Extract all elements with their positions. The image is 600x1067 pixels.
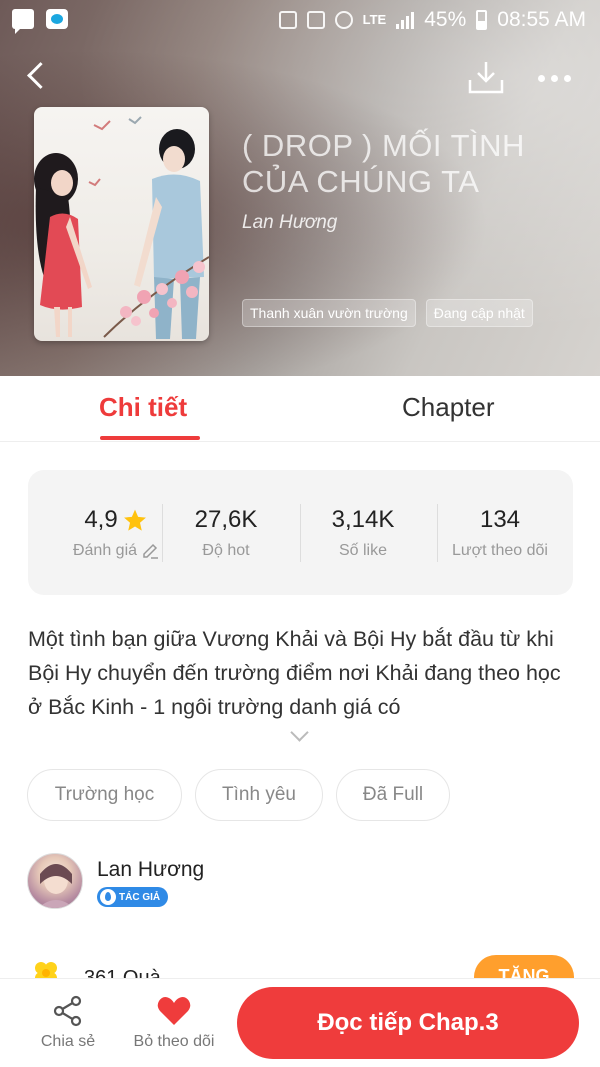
hot-value: 27,6K [194,506,258,533]
avatar-image [38,864,74,908]
followers-label: Lượt theo dõi [452,542,548,559]
stat-followers: 134 Lượt theo dõi [432,506,568,560]
share-icon [53,995,82,1027]
stat-hot: 27,6K Độ hot [158,506,294,560]
give-gift-button[interactable]: TẶNG [474,955,574,980]
share-label: Chia sẻ [40,1033,96,1050]
genre-chips: Trường học Tình yêu Đã Full [27,769,450,821]
edit-icon [143,543,159,559]
hot-label: Độ hot [202,542,250,559]
heart-icon [157,997,191,1025]
share-button[interactable]: Chia sẻ [36,995,100,1051]
book-header: LTE 45% 08:55 AM (DROP) MỐI TÌNH CỦA C… [0,0,600,376]
star-icon [123,509,146,531]
book-cover-illustration [34,116,209,339]
alarm-icon [334,11,353,29]
tab-chapter[interactable]: Chapter [402,392,495,423]
more-options-button[interactable] [534,66,574,90]
likes-value: 3,14K [331,506,395,533]
download-icon [468,62,504,94]
expand-description-button[interactable] [287,729,313,745]
book-title: ( DROP ) MỐI TÌNH CỦA CHÚNG TA [242,128,525,199]
cast-icon [306,11,325,29]
gift-row: 361 Quà TẶNG [0,955,600,980]
battery-icon [476,10,488,30]
author-avatar[interactable] [27,853,83,909]
sim-icon [278,11,297,29]
stat-likes: 3,14K Số like [295,506,431,560]
battery-percent: 45% [424,8,467,31]
author-badge: TÁC GIẢ [97,887,169,907]
app-notification-icon [46,9,68,29]
tag-school-youth[interactable]: Thanh xuân vườn trường [242,299,416,327]
tag-status: Đang cập nhật [425,299,533,327]
unfollow-button[interactable]: Bỏ theo dõi [128,995,220,1051]
continue-reading-button[interactable]: Đọc tiếp Chap.3 [237,987,579,1059]
tab-bar: Chi tiết Chapter [0,376,600,442]
book-tags: Thanh xuân vườn trường Đang cập nhật [242,299,533,327]
genre-chip-completed[interactable]: Đã Full [336,769,450,821]
book-cover [34,107,209,341]
flower-icon [35,962,57,980]
network-type: LTE [362,12,387,27]
book-description: Một tình bạn giữa Vương Khải và Bội Hy b… [28,627,561,719]
genre-chip-love[interactable]: Tình yêu [195,769,323,821]
rating-value: 4,9 [84,506,118,533]
status-bar: LTE 45% 08:55 AM [0,0,600,40]
active-tab-indicator [100,436,200,440]
likes-label: Số like [338,542,388,559]
author-name[interactable]: Lan Hương [97,858,204,882]
tab-details[interactable]: Chi tiết [99,392,187,423]
bottom-action-bar: Chia sẻ Bỏ theo dõi Đọc tiếp Chap.3 [0,978,600,1067]
followers-value: 134 [479,506,521,533]
message-icon [12,9,34,34]
stats-card: 4,9 Đánh giá 27,6K Độ hot 3,14K Số like … [28,470,573,595]
rating-label: Đánh giá [72,542,138,559]
book-author[interactable]: Lan Hương [242,212,337,234]
signal-icon [396,11,415,29]
genre-chip-school[interactable]: Trường học [27,769,182,821]
unfollow-label: Bỏ theo dõi [133,1033,215,1050]
back-button[interactable] [22,56,58,96]
clock: 08:55 AM [497,8,586,31]
download-button[interactable] [466,60,506,96]
